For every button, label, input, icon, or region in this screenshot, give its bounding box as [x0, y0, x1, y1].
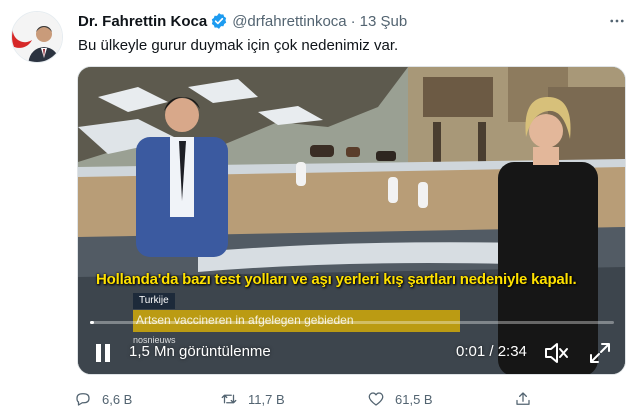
view-count: 1,5 Mn görüntülenme [129, 343, 271, 360]
reply-icon [76, 393, 90, 406]
like-count: 61,5 B [395, 391, 433, 407]
pause-icon[interactable] [92, 341, 114, 365]
share-icon [516, 392, 530, 405]
tweet[interactable]: Dr. Fahrettin Koca @drfahrettinkoca · 13… [0, 0, 640, 416]
video-player[interactable]: Hollanda'da bazı test yolları ve aşı yer… [77, 66, 626, 375]
author-handle[interactable]: @drfahrettinkoca [232, 13, 346, 30]
retweet-icon [221, 394, 237, 404]
retweet-count: 11,7 B [248, 391, 285, 407]
author-name[interactable]: Dr. Fahrettin Koca [78, 13, 207, 30]
video-controls: 1,5 Mn görüntülenme 0:01 / 2:34 [78, 335, 625, 374]
tweet-date[interactable]: 13 Şub [360, 13, 408, 30]
video-progress-bar[interactable] [90, 321, 614, 324]
tweet-actions: 6,6 B 11,7 B 61,5 B [74, 388, 634, 410]
avatar[interactable] [11, 11, 63, 63]
dutch-caption: Artsen vaccineren in afgelegen gebieden [136, 313, 354, 327]
like-button[interactable]: 61,5 B [367, 388, 433, 410]
tweet-text: Bu ülkeyle gurur duymak için çok nedenim… [78, 37, 399, 54]
country-tag: Turkije [133, 293, 175, 309]
mute-icon[interactable] [544, 341, 570, 365]
like-icon [368, 392, 384, 406]
separator-dot: · [350, 12, 356, 30]
reply-button[interactable]: 6,6 B [74, 388, 132, 410]
reply-count: 6,6 B [102, 391, 133, 407]
tweet-header: Dr. Fahrettin Koca @drfahrettinkoca · 13… [78, 11, 407, 31]
share-button[interactable] [514, 388, 542, 410]
fullscreen-icon[interactable] [588, 341, 612, 365]
video-time: 0:01 / 2:34 [456, 343, 527, 360]
more-options-icon[interactable] [606, 10, 628, 32]
verified-badge-icon [210, 12, 228, 30]
video-progress-fill [90, 321, 94, 324]
video-subtitle: Hollanda'da bazı test yolları ve aşı yer… [96, 271, 577, 288]
retweet-button[interactable]: 11,7 B [220, 388, 285, 410]
